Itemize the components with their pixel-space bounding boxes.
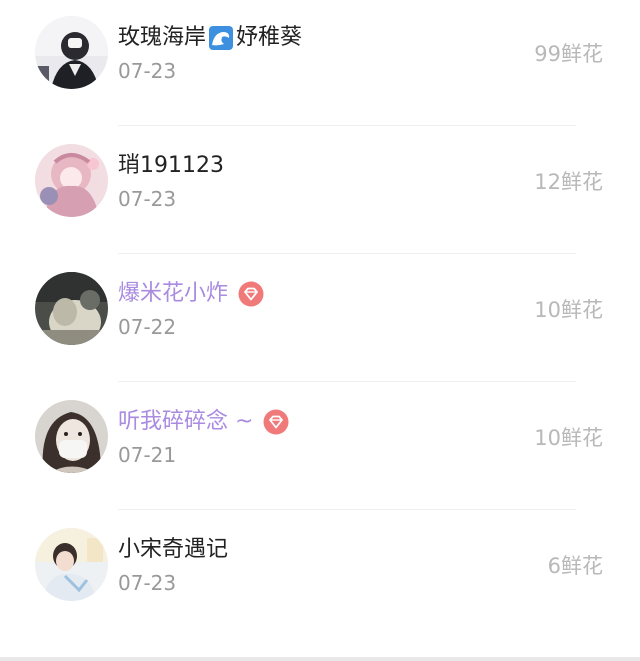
name-line: 琑191123 (118, 150, 224, 182)
user-name[interactable]: 琑191123 (118, 150, 224, 182)
divider (118, 509, 576, 510)
list-item[interactable]: 琑191123 07-23 12鲜花 (0, 128, 640, 256)
list-item[interactable]: 听我碎碎念 ~ 07-21 10鲜花 (0, 384, 640, 512)
user-name[interactable]: 爆米花小炸 (118, 278, 228, 310)
name-line: 小宋奇遇记 (118, 534, 228, 566)
divider (118, 253, 576, 254)
date-label: 07-21 (118, 443, 177, 467)
divider (118, 381, 576, 382)
user-name-suffix[interactable]: 妤稚葵 (236, 22, 302, 54)
list-item[interactable]: 玫瑰海岸 妤稚葵 07-23 99鲜花 (0, 0, 640, 128)
list-item[interactable]: 爆米花小炸 07-22 10鲜花 (0, 256, 640, 384)
diamond-badge-icon (238, 281, 264, 307)
avatar[interactable] (35, 144, 108, 217)
bottom-edge-bar (0, 657, 640, 661)
flower-count: 10鲜花 (534, 298, 603, 322)
date-label: 07-23 (118, 59, 177, 83)
wave-emoji-icon (208, 25, 234, 51)
avatar[interactable] (35, 400, 108, 473)
flower-count: 99鲜花 (534, 42, 603, 66)
avatar[interactable] (35, 16, 108, 89)
list-item[interactable]: 小宋奇遇记 07-23 6鲜花 (0, 512, 640, 640)
diamond-badge-icon (263, 409, 289, 435)
user-name[interactable]: 玫瑰海岸 (118, 22, 206, 54)
avatar[interactable] (35, 272, 108, 345)
name-line: 玫瑰海岸 妤稚葵 (118, 22, 302, 54)
date-label: 07-22 (118, 315, 177, 339)
flower-count: 12鲜花 (534, 170, 603, 194)
name-line: 听我碎碎念 ~ (118, 406, 289, 438)
date-label: 07-23 (118, 187, 177, 211)
avatar[interactable] (35, 528, 108, 601)
divider (118, 125, 576, 126)
flower-count: 6鲜花 (547, 554, 603, 578)
name-line: 爆米花小炸 (118, 278, 264, 310)
date-label: 07-23 (118, 571, 177, 595)
user-name[interactable]: 听我碎碎念 ~ (118, 406, 253, 438)
flower-count: 10鲜花 (534, 426, 603, 450)
user-name[interactable]: 小宋奇遇记 (118, 534, 228, 566)
